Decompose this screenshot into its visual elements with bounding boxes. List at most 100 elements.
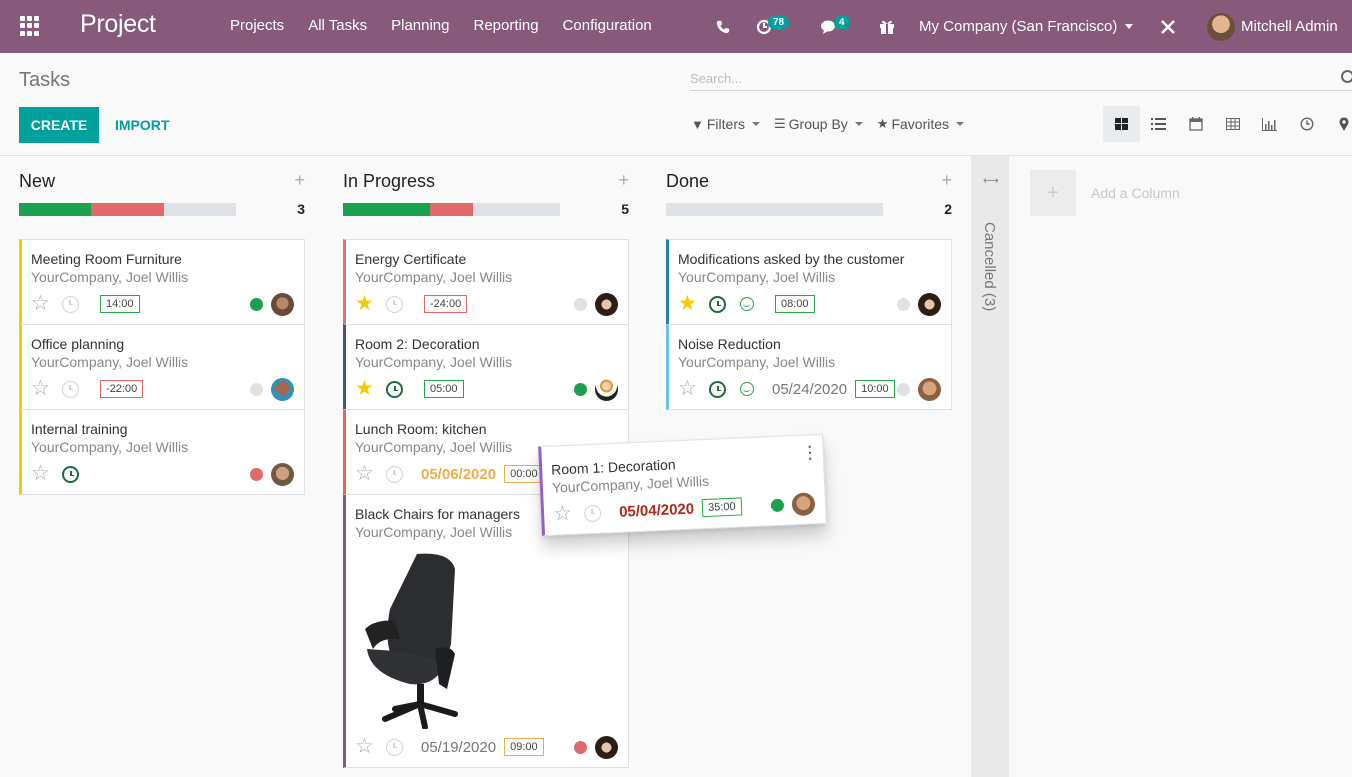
activity-clock-icon[interactable] bbox=[62, 465, 79, 483]
folded-column-label[interactable]: Cancelled (3) bbox=[981, 222, 998, 311]
company-switcher[interactable]: My Company (San Francisco) bbox=[919, 0, 1134, 53]
assignee-avatar[interactable] bbox=[271, 377, 294, 401]
column-progress-bar[interactable] bbox=[666, 203, 883, 216]
priority-star-icon[interactable]: ☆ bbox=[355, 736, 377, 757]
activity-clock-icon[interactable] bbox=[386, 465, 403, 483]
progress-segment-green[interactable] bbox=[19, 203, 92, 216]
progress-segment-grey[interactable] bbox=[473, 203, 560, 216]
task-card[interactable]: Office planning YourCompany, Joel Willis ☆… bbox=[19, 324, 305, 410]
menu-configuration[interactable]: Configuration bbox=[563, 17, 652, 34]
assignee-avatar[interactable] bbox=[918, 377, 941, 401]
task-card[interactable]: Noise Reduction YourCompany, Joel Willis ☆… bbox=[666, 324, 952, 410]
priority-star-icon[interactable]: ☆ bbox=[31, 378, 53, 399]
filters-dropdown[interactable]: ▼ Filters bbox=[691, 116, 760, 132]
calendar-view-button[interactable] bbox=[1177, 106, 1214, 142]
activity-button[interactable]: 78 bbox=[756, 0, 790, 53]
plus-icon: + bbox=[1030, 170, 1076, 216]
kanban-state-dot[interactable] bbox=[574, 382, 587, 396]
card-subtitle: YourCompany, Joel Willis bbox=[31, 269, 189, 285]
assignee-avatar[interactable] bbox=[271, 462, 294, 486]
graph-view-button[interactable] bbox=[1251, 106, 1288, 142]
calendar-icon bbox=[1188, 117, 1203, 131]
add-card-icon[interactable]: + bbox=[294, 170, 305, 191]
task-card[interactable]: Black Chairs for managers YourCompany, Jo… bbox=[343, 494, 629, 768]
progress-segment-red[interactable] bbox=[91, 203, 164, 216]
kanban-state-dot[interactable] bbox=[770, 498, 785, 512]
activity-clock-icon[interactable] bbox=[709, 380, 726, 398]
import-button[interactable]: IMPORT bbox=[108, 107, 176, 143]
priority-star-icon[interactable]: ★ bbox=[678, 293, 700, 314]
gift-icon[interactable] bbox=[879, 0, 895, 53]
column-count: 3 bbox=[297, 201, 305, 217]
menu-reporting[interactable]: Reporting bbox=[474, 17, 539, 34]
column-progress-bar[interactable] bbox=[343, 203, 560, 216]
priority-star-icon[interactable]: ☆ bbox=[678, 378, 700, 399]
kanban-state-dot[interactable] bbox=[250, 467, 263, 481]
progress-segment-green[interactable] bbox=[343, 203, 430, 216]
pivot-view-button[interactable] bbox=[1214, 106, 1251, 142]
task-card[interactable]: Meeting Room Furniture YourCompany, Joel … bbox=[19, 239, 305, 325]
group-by-dropdown[interactable]: ☰ Group By bbox=[774, 116, 863, 132]
task-card[interactable]: Energy Certificate YourCompany, Joel Will… bbox=[343, 239, 629, 325]
progress-segment-grey[interactable] bbox=[666, 203, 883, 216]
assignee-avatar[interactable] bbox=[595, 735, 618, 759]
progress-segment-red[interactable] bbox=[429, 203, 474, 216]
unfold-icon[interactable]: ⟷ bbox=[983, 174, 999, 187]
menu-planning[interactable]: Planning bbox=[391, 17, 449, 34]
assignee-avatar[interactable] bbox=[271, 292, 294, 316]
activity-clock-icon[interactable] bbox=[386, 380, 403, 398]
create-button[interactable]: CREATE bbox=[19, 107, 99, 143]
assignee-avatar[interactable] bbox=[595, 292, 618, 316]
kanban-state-dot[interactable] bbox=[250, 297, 263, 311]
priority-star-icon[interactable]: ☆ bbox=[355, 463, 377, 484]
activity-clock-icon[interactable] bbox=[386, 738, 403, 756]
phone-icon[interactable] bbox=[716, 0, 730, 53]
task-card[interactable]: Modifications asked by the customer YourC… bbox=[666, 239, 952, 325]
assignee-avatar[interactable] bbox=[791, 491, 816, 516]
kanban-state-dot[interactable] bbox=[574, 297, 587, 311]
debug-tools-icon[interactable] bbox=[1160, 0, 1176, 53]
map-view-button[interactable] bbox=[1325, 106, 1352, 142]
activity-view-button[interactable] bbox=[1288, 106, 1325, 142]
activity-clock-icon[interactable] bbox=[386, 295, 403, 313]
apps-menu-icon[interactable] bbox=[20, 16, 40, 36]
column-progress-bar[interactable] bbox=[19, 203, 236, 216]
kanban-state-dot[interactable] bbox=[897, 297, 910, 311]
list-view-button[interactable] bbox=[1140, 106, 1177, 142]
search-input[interactable] bbox=[690, 67, 1352, 91]
priority-star-icon[interactable]: ★ bbox=[355, 293, 377, 314]
activity-clock-icon[interactable] bbox=[62, 380, 79, 398]
priority-star-icon[interactable]: ★ bbox=[355, 378, 377, 399]
user-menu[interactable]: Mitchell Admin bbox=[1207, 0, 1338, 53]
assignee-avatar[interactable] bbox=[918, 292, 941, 316]
view-switcher bbox=[1103, 106, 1352, 142]
favorites-dropdown[interactable]: ★ Favorites bbox=[877, 116, 965, 132]
add-card-icon[interactable]: + bbox=[941, 170, 952, 191]
assignee-avatar[interactable] bbox=[595, 377, 618, 401]
menu-all-tasks[interactable]: All Tasks bbox=[308, 17, 367, 34]
caret-down-icon bbox=[1125, 24, 1134, 29]
card-menu-icon[interactable]: · · · bbox=[807, 438, 813, 466]
kanban-state-dot[interactable] bbox=[250, 382, 263, 396]
kanban-view-button[interactable] bbox=[1103, 106, 1140, 142]
add-card-icon[interactable]: + bbox=[618, 170, 629, 191]
search-icon[interactable] bbox=[1341, 70, 1352, 83]
kanban-state-dot[interactable] bbox=[897, 382, 910, 396]
activity-clock-icon[interactable] bbox=[62, 295, 79, 313]
task-card[interactable]: Internal training YourCompany, Joel Willi… bbox=[19, 409, 305, 495]
messages-button[interactable]: 4 bbox=[820, 0, 850, 53]
add-column-button[interactable]: + Add a Column bbox=[1030, 170, 1180, 216]
menu-projects[interactable]: Projects bbox=[230, 17, 284, 34]
priority-star-icon[interactable]: ☆ bbox=[553, 502, 576, 526]
folded-column-cancelled[interactable]: ⟷ Cancelled (3) bbox=[971, 156, 1009, 777]
task-card[interactable]: Room 2: Decoration YourCompany, Joel Will… bbox=[343, 324, 629, 410]
deadline-date: 05/19/2020 bbox=[421, 738, 497, 756]
activity-clock-icon[interactable] bbox=[583, 504, 602, 522]
priority-star-icon[interactable]: ☆ bbox=[31, 293, 53, 314]
activity-clock-icon[interactable] bbox=[709, 295, 726, 313]
kanban-state-dot[interactable] bbox=[574, 740, 587, 754]
dragged-task-card[interactable]: · · · Room 1: Decoration YourCompany, Joel … bbox=[538, 433, 827, 537]
priority-star-icon[interactable]: ☆ bbox=[31, 463, 53, 484]
card-list: Meeting Room Furniture YourCompany, Joel … bbox=[19, 239, 305, 495]
progress-segment-grey[interactable] bbox=[163, 203, 236, 216]
